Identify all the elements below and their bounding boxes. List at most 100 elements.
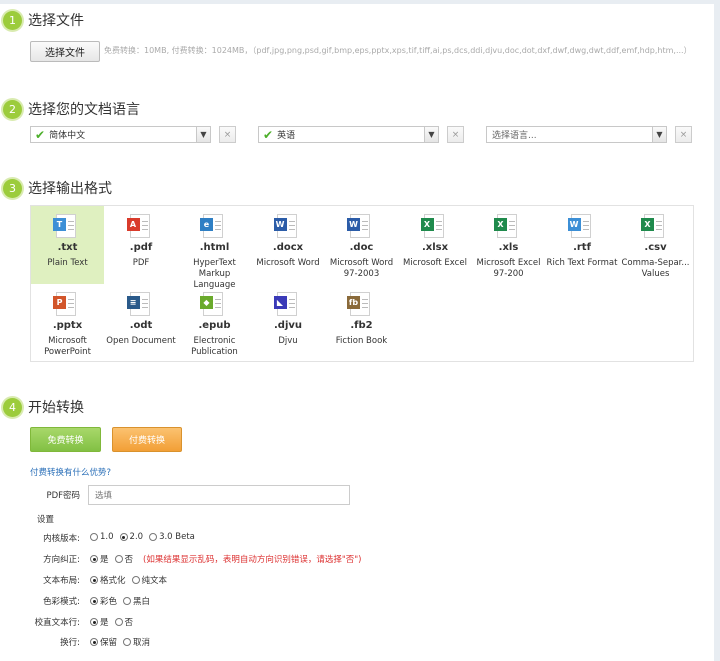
- icon-line: [435, 229, 442, 230]
- format-extension: .pptx: [52, 320, 83, 331]
- djvu-file-icon: ◣: [273, 292, 297, 316]
- format-option-rtf[interactable]: W .rtf Rich Text Format: [546, 206, 619, 284]
- icon-line: [68, 307, 74, 308]
- format-extension: .txt: [57, 242, 78, 253]
- radio-option[interactable]: 取消: [123, 636, 150, 648]
- format-option-pdf[interactable]: A .pdf PDF: [105, 206, 178, 284]
- chevron-down-icon[interactable]: ▼: [424, 127, 438, 142]
- format-option-txt[interactable]: T .txt Plain Text: [31, 206, 104, 284]
- radio-button[interactable]: [90, 533, 98, 541]
- paid-advantage-link[interactable]: 付费转换有什么优势?: [30, 466, 111, 478]
- remove-language-3-button[interactable]: ×: [675, 126, 692, 143]
- radio-button[interactable]: [149, 533, 158, 541]
- chevron-down-icon[interactable]: ▼: [652, 127, 666, 142]
- language-select-3[interactable]: 选择语言... ▼: [486, 126, 667, 143]
- setting-label: 文本布局:: [43, 576, 80, 586]
- radio-option[interactable]: 黑白: [123, 595, 150, 607]
- free-convert-button[interactable]: 免费转换: [30, 427, 101, 452]
- pdf-password-input[interactable]: [88, 485, 350, 505]
- icon-line: [141, 229, 148, 230]
- radio-label: 2.0: [129, 532, 144, 542]
- format-option-odt[interactable]: ≡ .odt Open Document: [105, 284, 178, 362]
- radio-option[interactable]: 保留: [90, 636, 117, 648]
- language-value: 英语: [277, 131, 296, 141]
- format-badge: A: [126, 218, 140, 231]
- radio-button[interactable]: [123, 638, 132, 646]
- icon-line: [362, 229, 368, 230]
- format-option-xlsx[interactable]: X .xlsx Microsoft Excel: [399, 206, 472, 284]
- format-name: Microsoft Excel 97-200: [476, 258, 541, 279]
- settings-title: 设置: [37, 515, 55, 525]
- format-extension: .xls: [498, 242, 519, 253]
- format-name: Comma-Separ... Values: [621, 258, 690, 279]
- icon-line: [215, 225, 221, 226]
- format-option-fb2[interactable]: fb .fb2 Fiction Book: [325, 284, 398, 362]
- format-option-html[interactable]: e .html HyperText Markup Language: [178, 206, 251, 290]
- html-file-icon: e: [200, 214, 223, 238]
- language-select-1[interactable]: ✔ 简体中文 ▼: [30, 126, 211, 143]
- format-badge: X: [420, 218, 434, 231]
- language-select-2[interactable]: ✔ 英语 ▼: [258, 126, 439, 143]
- format-option-csv[interactable]: X .csv Comma-Separ... Values: [619, 206, 692, 284]
- radio-button[interactable]: [123, 597, 132, 605]
- icon-line: [215, 221, 221, 222]
- paid-convert-button[interactable]: 付费转换: [112, 427, 182, 452]
- radio-button[interactable]: [90, 618, 98, 626]
- format-option-epub[interactable]: ◆ .epub Electronic Publication: [178, 284, 251, 362]
- format-badge: W: [567, 218, 581, 231]
- choose-file-button[interactable]: 选择文件: [30, 41, 100, 62]
- radio-button[interactable]: [90, 638, 98, 646]
- radio-button[interactable]: [114, 555, 123, 563]
- format-extension: .doc: [349, 242, 374, 253]
- radio-option[interactable]: 否: [114, 616, 133, 628]
- format-name: Electronic Publication: [191, 336, 238, 357]
- format-badge: X: [494, 218, 507, 231]
- step-2-header: 2 选择您的文档语言: [3, 99, 140, 119]
- radio-button[interactable]: [90, 576, 98, 584]
- format-badge: ◆: [200, 296, 213, 309]
- format-option-docx[interactable]: W .docx Microsoft Word: [252, 206, 325, 284]
- language-value: 简体中文: [49, 131, 86, 141]
- icon-line: [141, 303, 148, 304]
- format-option-xls[interactable]: X .xls Microsoft Excel 97-200: [472, 206, 545, 284]
- radio-button[interactable]: [114, 618, 123, 626]
- step-number-badge: 3: [3, 178, 22, 198]
- radio-option[interactable]: 是: [90, 553, 109, 565]
- radio-button[interactable]: [119, 533, 128, 541]
- chevron-down-icon[interactable]: ▼: [196, 127, 210, 142]
- remove-language-2-button[interactable]: ×: [447, 126, 464, 143]
- radio-option[interactable]: 格式化: [90, 574, 126, 586]
- radio-option[interactable]: 否: [114, 553, 133, 565]
- step-number-badge: 4: [3, 397, 22, 417]
- icon-line: [435, 221, 442, 222]
- word-file-icon: W: [347, 214, 370, 238]
- setting-label: 方向纠正:: [43, 555, 80, 565]
- radio-button[interactable]: [131, 576, 140, 584]
- radio-option[interactable]: 3.0 Beta: [149, 532, 195, 542]
- icon-line: [656, 229, 662, 230]
- icon-line: [288, 307, 295, 308]
- radio-option[interactable]: 纯文本: [131, 574, 167, 586]
- step-title: 选择文件: [28, 13, 84, 29]
- setting-options: 保留 取消: [90, 636, 156, 648]
- format-extension: .pdf: [129, 242, 153, 253]
- check-icon: ✔: [35, 127, 46, 142]
- icon-line: [215, 307, 221, 308]
- format-option-pptx[interactable]: P .pptx Microsoft PowerPoint: [31, 284, 104, 362]
- setting-label: 内核版本:: [43, 534, 80, 544]
- radio-option[interactable]: 是: [90, 616, 109, 628]
- radio-button[interactable]: [90, 597, 98, 605]
- radio-label: 是: [100, 555, 109, 565]
- format-option-doc[interactable]: W .doc Microsoft Word 97-2003: [325, 206, 398, 284]
- radio-option[interactable]: 1.0: [90, 532, 114, 542]
- remove-language-1-button[interactable]: ×: [219, 126, 236, 143]
- radio-option[interactable]: 彩色: [90, 595, 117, 607]
- icon-line: [362, 303, 368, 304]
- icon-line: [288, 225, 295, 226]
- radio-button[interactable]: [90, 555, 98, 563]
- format-option-djvu[interactable]: ◣ .djvu Djvu: [252, 284, 325, 362]
- format-name: Open Document: [106, 336, 176, 346]
- icon-line: [656, 225, 662, 226]
- radio-option[interactable]: 2.0: [119, 532, 144, 542]
- language-placeholder: 选择语言...: [492, 131, 537, 141]
